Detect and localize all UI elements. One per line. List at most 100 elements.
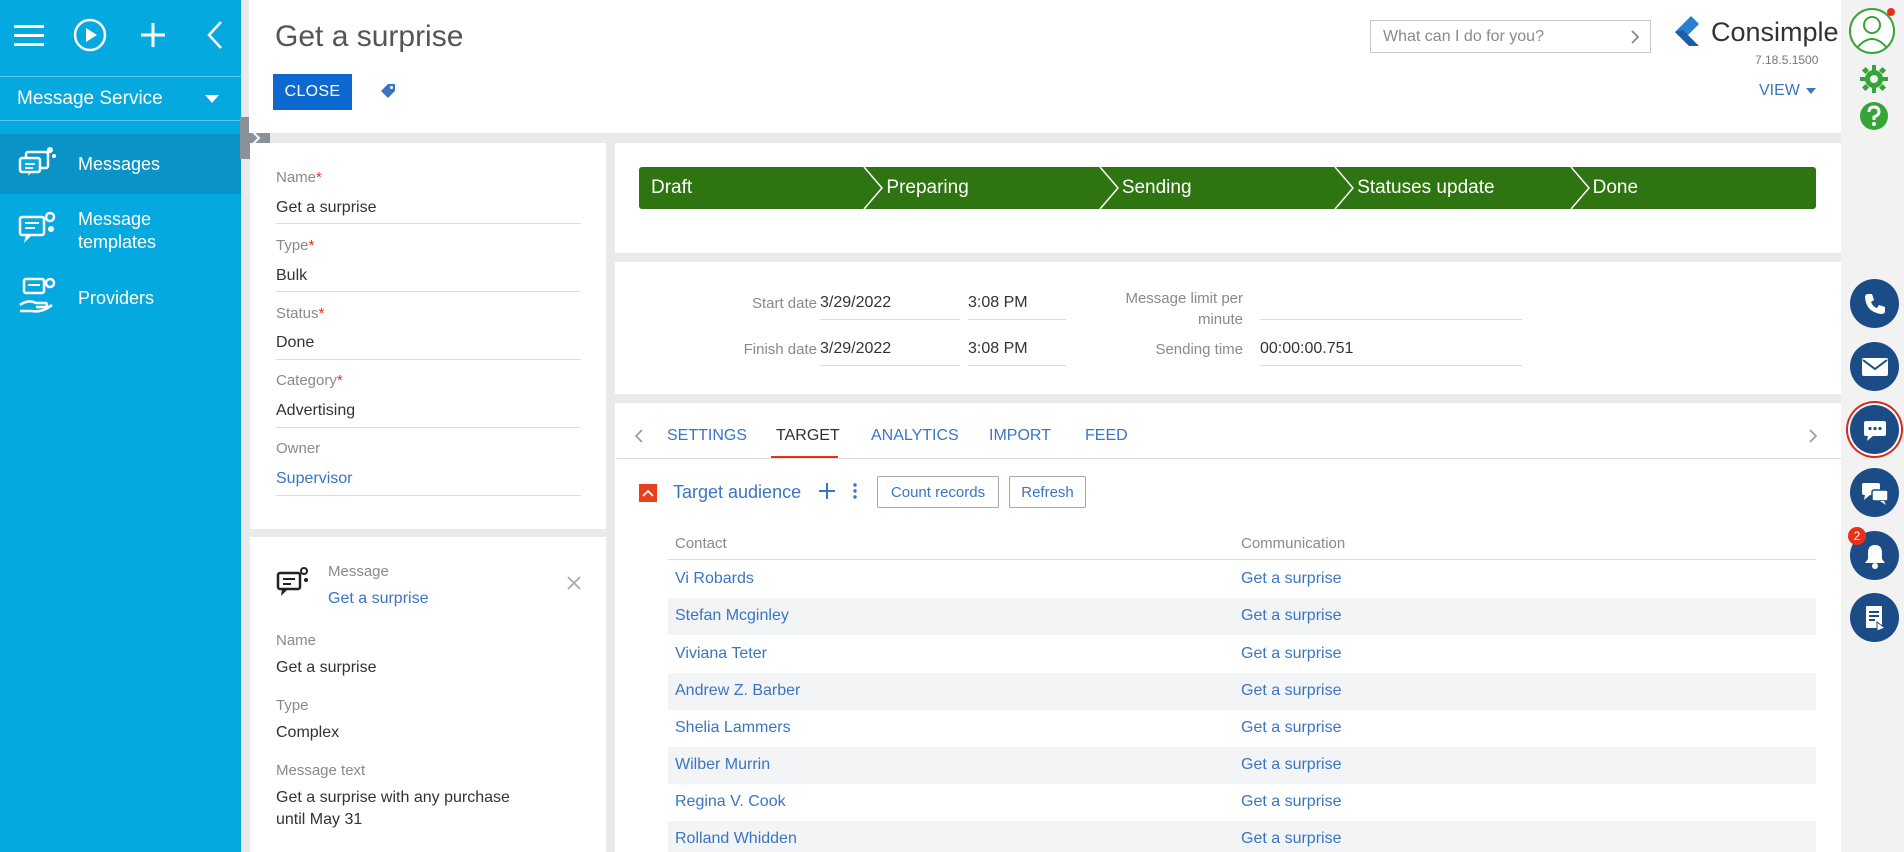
- message-type-value: Complex: [276, 724, 340, 741]
- name-field-value[interactable]: Get a surprise: [276, 199, 376, 217]
- sending-time-value: 00:00:00.751: [1260, 340, 1354, 357]
- table-row[interactable]: Viviana Teter Get a surprise: [668, 636, 1816, 673]
- sidebar-item-providers[interactable]: Providers: [0, 273, 241, 323]
- stage-preparing[interactable]: Preparing: [874, 167, 1119, 209]
- stage-done[interactable]: Done: [1581, 167, 1816, 209]
- tab-feed[interactable]: FEED: [1085, 427, 1128, 445]
- contact-link[interactable]: Regina V. Cook: [675, 793, 786, 811]
- start-date-value[interactable]: 3/29/2022: [820, 294, 891, 312]
- stage-label: Done: [1592, 177, 1639, 198]
- contact-link[interactable]: Vi Robards: [675, 570, 754, 588]
- table-row[interactable]: Regina V. Cook Get a surprise: [668, 784, 1816, 821]
- sidebar-item-message-templates[interactable]: Message templates: [0, 203, 241, 259]
- sidebar-item-label: Messages: [78, 153, 161, 174]
- chevron-down-icon: [205, 95, 219, 103]
- refresh-button[interactable]: Refresh: [1009, 476, 1086, 508]
- tab-import[interactable]: IMPORT: [989, 427, 1051, 445]
- stage-sending[interactable]: Sending: [1110, 167, 1355, 209]
- view-label: VIEW: [1759, 82, 1800, 99]
- message-name-label: Name: [276, 632, 317, 649]
- contact-link[interactable]: Shelia Lammers: [675, 719, 791, 737]
- communication-link[interactable]: Get a surprise: [1241, 756, 1341, 774]
- tabs-scroll-right-icon[interactable]: [1808, 428, 1818, 449]
- add-record-icon[interactable]: [818, 482, 836, 505]
- stage-statuses-update[interactable]: Statuses update: [1345, 167, 1590, 209]
- communication-link[interactable]: Get a surprise: [1241, 830, 1341, 848]
- collapse-group-button[interactable]: [639, 484, 657, 502]
- message-card-link[interactable]: Get a surprise: [328, 590, 428, 608]
- brand-logo: Consimple: [1669, 14, 1839, 50]
- table-header-divider: [668, 559, 1816, 560]
- phone-call-button[interactable]: [1850, 279, 1899, 328]
- section-selector[interactable]: Message Service: [0, 76, 241, 121]
- view-menu-button[interactable]: VIEW: [1759, 82, 1816, 100]
- user-avatar[interactable]: [1849, 8, 1895, 54]
- email-button[interactable]: [1850, 342, 1899, 391]
- section-selector-label: Message Service: [17, 87, 163, 109]
- sidebar-item-messages[interactable]: Messages: [0, 134, 241, 194]
- message-limit-label-line: minute: [1197, 311, 1243, 328]
- communication-panel: 2: [1841, 0, 1904, 852]
- notifications-button[interactable]: 2: [1848, 527, 1899, 580]
- contact-link[interactable]: Viviana Teter: [675, 645, 767, 663]
- table-row[interactable]: Andrew Z. Barber Get a surprise: [668, 673, 1816, 710]
- feed-button[interactable]: [1850, 593, 1899, 642]
- table-row[interactable]: Vi Robards Get a surprise: [668, 561, 1816, 598]
- stage-label: Preparing: [886, 177, 969, 198]
- column-header-communication[interactable]: Communication: [1241, 535, 1345, 552]
- command-search-input[interactable]: What can I do for you?: [1370, 20, 1651, 53]
- tab-analytics[interactable]: ANALYTICS: [871, 427, 959, 445]
- column-header-contact[interactable]: Contact: [675, 535, 727, 552]
- owner-link[interactable]: Supervisor: [276, 470, 352, 488]
- stage-label: Sending: [1121, 177, 1192, 198]
- status-field-value[interactable]: Done: [276, 334, 314, 352]
- stage-draft[interactable]: Draft: [639, 167, 884, 209]
- communication-link[interactable]: Get a surprise: [1241, 719, 1341, 737]
- sending-time-label: Sending time: [1155, 341, 1243, 358]
- tabs-scroll-left-icon[interactable]: [634, 428, 644, 449]
- tab-settings[interactable]: SETTINGS: [667, 427, 747, 445]
- finish-time-value[interactable]: 3:08 PM: [968, 340, 1028, 358]
- hamburger-menu-icon[interactable]: [12, 18, 46, 52]
- contact-link[interactable]: Rolland Whidden: [675, 830, 797, 848]
- conversations-button[interactable]: [1850, 468, 1899, 517]
- message-name-value: Get a surprise: [276, 659, 377, 676]
- finish-date-value[interactable]: 3/29/2022: [820, 340, 891, 358]
- communication-link[interactable]: Get a surprise: [1241, 793, 1341, 811]
- status-field-label: Status*: [276, 305, 324, 322]
- logo-icon: [1675, 16, 1699, 46]
- communication-link[interactable]: Get a surprise: [1241, 682, 1341, 700]
- close-button[interactable]: CLOSE: [273, 74, 352, 110]
- tab-target[interactable]: TARGET: [776, 427, 840, 445]
- field-underline: [276, 359, 581, 360]
- communication-link[interactable]: Get a surprise: [1241, 607, 1341, 625]
- collapse-menu-icon[interactable]: [198, 18, 232, 52]
- contact-link[interactable]: Stefan Mcginley: [675, 607, 789, 625]
- table-row[interactable]: Shelia Lammers Get a surprise: [668, 710, 1816, 747]
- add-icon[interactable]: [136, 18, 170, 52]
- settings-gear-icon[interactable]: [1859, 64, 1889, 99]
- tag-icon[interactable]: [379, 82, 397, 105]
- table-row[interactable]: Stefan Mcginley Get a surprise: [668, 598, 1816, 635]
- field-underline: [276, 427, 581, 428]
- help-icon[interactable]: [1859, 101, 1889, 136]
- required-marker: *: [316, 169, 322, 186]
- conversations-icon: [1861, 482, 1889, 505]
- communication-link[interactable]: Get a surprise: [1241, 570, 1341, 588]
- more-actions-icon[interactable]: [852, 482, 858, 505]
- category-field-value[interactable]: Advertising: [276, 402, 355, 420]
- contact-link[interactable]: Wilber Murrin: [675, 756, 770, 774]
- table-row[interactable]: Wilber Murrin Get a surprise: [668, 747, 1816, 784]
- chat-button[interactable]: [1850, 405, 1899, 454]
- close-icon[interactable]: [566, 575, 582, 596]
- type-field-value[interactable]: Bulk: [276, 267, 307, 285]
- table-row[interactable]: Rolland Whidden Get a surprise: [668, 821, 1816, 852]
- communication-link[interactable]: Get a surprise: [1241, 645, 1341, 663]
- play-process-icon[interactable]: [73, 18, 107, 52]
- start-time-value[interactable]: 3:08 PM: [968, 294, 1028, 312]
- contact-link[interactable]: Andrew Z. Barber: [675, 682, 800, 700]
- message-text-line: Get a surprise with any purchase: [276, 789, 510, 806]
- document-feed-icon: [1865, 605, 1886, 632]
- count-records-button[interactable]: Count records: [877, 476, 999, 508]
- envelope-icon: [1861, 357, 1888, 376]
